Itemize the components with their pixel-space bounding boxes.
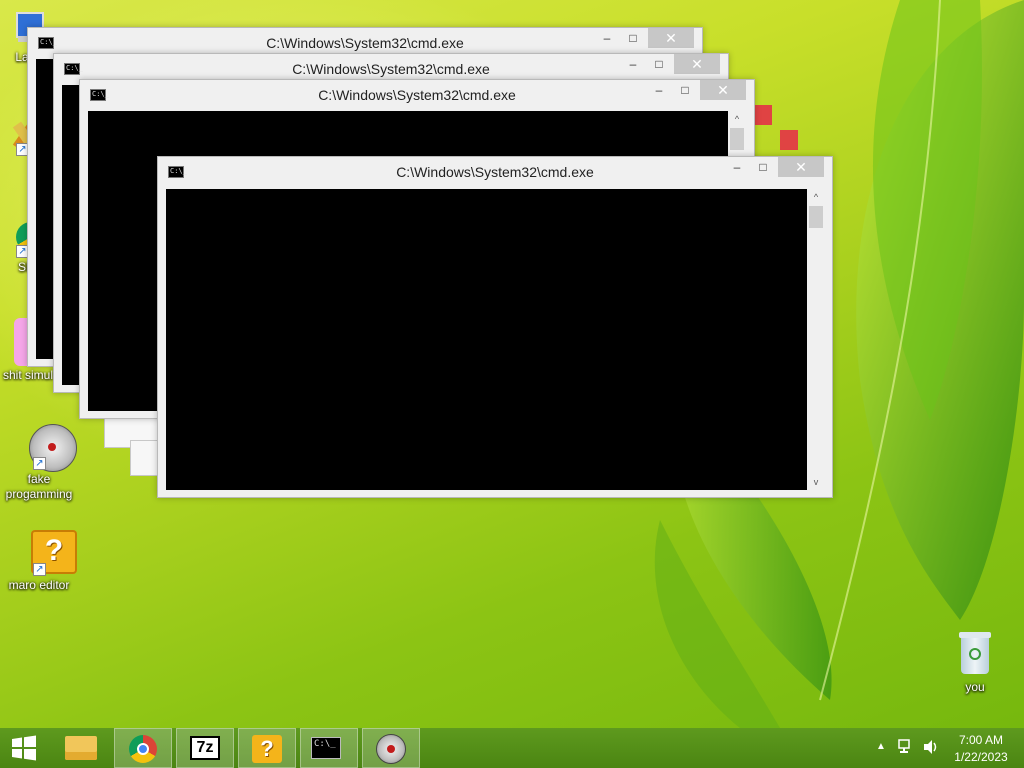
7zip-icon: 7z (190, 736, 220, 760)
window-ghost (130, 440, 160, 476)
windows-logo-icon (12, 735, 36, 761)
desktop-icon-label: you (965, 680, 985, 694)
scroll-up-arrow[interactable]: ^ (807, 189, 825, 205)
app-compass-icon (376, 734, 406, 764)
start-button[interactable] (0, 728, 50, 768)
minimize-button[interactable]: – (594, 28, 620, 48)
close-button[interactable]: ✕ (700, 80, 746, 100)
minimize-button[interactable]: – (646, 80, 672, 100)
taskbar: 7z ? C:\_ ▲ 7:00 AM 1/22/2023 (0, 728, 1024, 768)
minimize-button[interactable]: – (620, 54, 646, 74)
taskbar-7zip[interactable]: 7z (176, 728, 234, 768)
question-block-icon: ? (252, 735, 282, 763)
title-bar[interactable]: C:\_ C:\Windows\System32\cmd.exe – □ ✕ (158, 157, 832, 187)
close-button[interactable]: ✕ (674, 54, 720, 74)
question-block-icon: ? ↗ (15, 528, 77, 576)
scrollbar-thumb[interactable] (809, 206, 823, 228)
window-close-ghost (780, 130, 798, 150)
app-compass-icon: ↗ (15, 422, 77, 472)
close-button[interactable]: ✕ (648, 28, 694, 48)
taskbar-file-explorer[interactable] (52, 728, 110, 768)
taskbar-chrome[interactable] (114, 728, 172, 768)
cmd-window-active[interactable]: C:\_ C:\Windows\System32\cmd.exe – □ ✕ ^… (157, 156, 833, 498)
window-close-ghost (754, 105, 772, 125)
clock-time[interactable]: 7:00 AM (958, 733, 1004, 747)
network-icon[interactable] (898, 739, 914, 758)
maximize-button[interactable]: □ (672, 80, 698, 100)
desktop-icon-label: shit simul (3, 368, 54, 382)
close-button[interactable]: ✕ (778, 157, 824, 177)
show-hidden-icons-chevron[interactable]: ▲ (876, 741, 886, 752)
scroll-down-arrow[interactable]: v (807, 474, 825, 490)
desktop-background: La ↗ ↗ SP shit simul ↗ fake progamming ?… (0, 0, 1024, 728)
desktop-icon-recycle-bin[interactable]: you (936, 630, 1014, 694)
title-bar[interactable]: C:\_ C:\Windows\System32\cmd.exe – □ ✕ (80, 80, 754, 110)
scroll-up-arrow[interactable]: ^ (728, 111, 746, 127)
volume-icon[interactable] (922, 739, 938, 758)
desktop-icon-fake-progamming[interactable]: ↗ fake progamming (0, 422, 78, 502)
desktop-icon-maro-editor[interactable]: ? ↗ maro editor (0, 528, 78, 592)
desktop-icon-label: maro editor (8, 578, 70, 592)
maximize-button[interactable]: □ (646, 54, 672, 74)
clock-date[interactable]: 1/22/2023 (952, 750, 1010, 764)
vertical-scrollbar[interactable]: ^ v (807, 189, 825, 490)
minimize-button[interactable]: – (724, 157, 750, 177)
recycle-bin-icon (951, 630, 999, 678)
folder-icon (65, 736, 97, 760)
console-icon: C:\_ (311, 737, 341, 759)
desktop-icon-label: fake progamming (5, 472, 73, 501)
taskbar-cmd[interactable]: C:\_ (300, 728, 358, 768)
maximize-button[interactable]: □ (750, 157, 776, 177)
console-area[interactable] (166, 189, 807, 490)
scrollbar-thumb[interactable] (730, 128, 744, 150)
taskbar-maro-editor[interactable]: ? (238, 728, 296, 768)
maximize-button[interactable]: □ (620, 28, 646, 48)
taskbar-fake-programming[interactable] (362, 728, 420, 768)
chrome-icon (129, 735, 157, 763)
